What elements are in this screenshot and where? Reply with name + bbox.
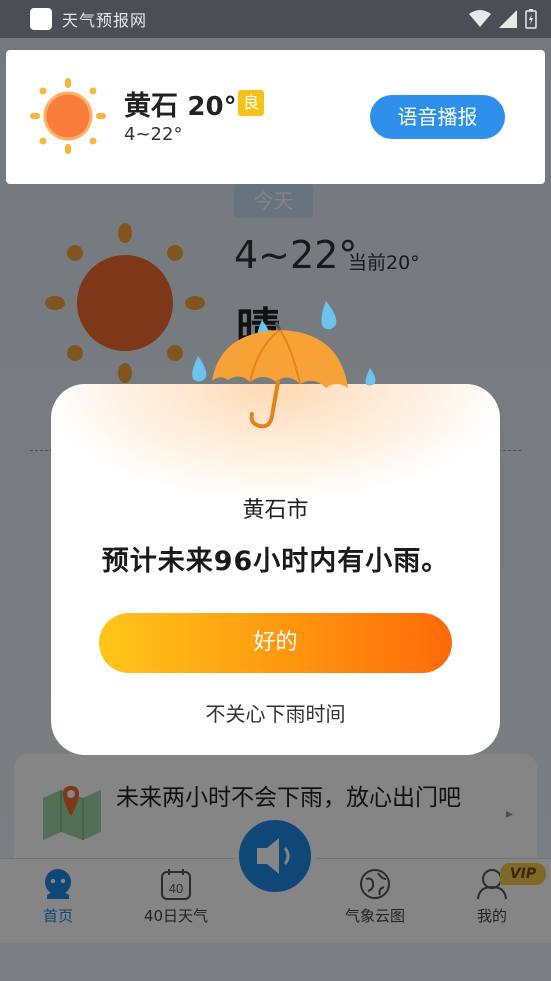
dialog-city: 黄石市 (242, 498, 309, 523)
ok-button[interactable]: 好的 (99, 613, 452, 673)
voice-broadcast-button[interactable]: 语音播报 (370, 95, 505, 139)
notification-temp-range: 4~22° (124, 124, 183, 145)
weather-notification-card[interactable]: 黄石 20° 良 4~22° 语音播报 (6, 50, 545, 184)
umbrella-icon (192, 301, 376, 429)
notification-city-temperature: 黄石 20° (124, 84, 237, 123)
dismiss-rain-alert-link[interactable]: 不关心下雨时间 (51, 698, 500, 727)
battery-icon (525, 9, 537, 29)
app-icon (30, 8, 52, 30)
air-quality-badge: 良 (238, 90, 264, 116)
notification-temperature: 20° (187, 92, 237, 122)
sun-icon (30, 78, 106, 154)
wifi-icon (469, 10, 491, 27)
status-bar-app-name: 天气预报网 (62, 11, 148, 30)
dialog-message: 预计未来96小时内有小雨。 (101, 546, 450, 577)
signal-icon (499, 10, 517, 28)
notification-city: 黄石 (124, 91, 178, 122)
status-icons (469, 9, 537, 29)
status-bar: 天气预报网 (0, 0, 551, 38)
